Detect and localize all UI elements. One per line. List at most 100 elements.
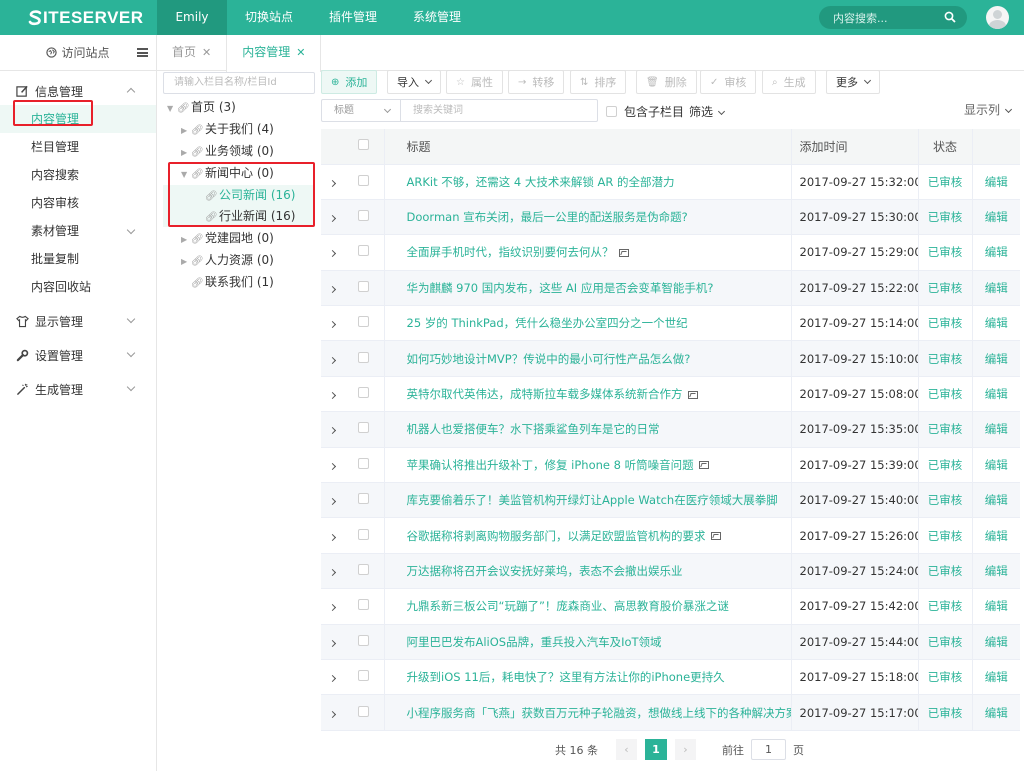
row-expand[interactable] — [321, 447, 344, 484]
tree-node-industry-news[interactable]: 🔗︎行业新闻 (16) — [195, 207, 295, 225]
show-columns-dropdown[interactable]: 显示列 — [964, 101, 1013, 118]
row-checkbox[interactable] — [358, 316, 370, 328]
row-checkbox[interactable] — [358, 387, 370, 399]
row-select[interactable] — [344, 659, 385, 696]
row-title-cell[interactable]: 苹果确认将推出升级补丁，修复 iPhone 8 听筒噪音问题 — [384, 447, 792, 484]
sidebar-item-channel-management[interactable]: 栏目管理 — [0, 133, 156, 161]
row-edit-link[interactable]: 编辑 — [972, 234, 1020, 271]
row-title-cell[interactable]: 25 岁的 ThinkPad，凭什么稳坐办公室四分之一个世纪 — [384, 305, 792, 342]
row-title[interactable]: ARKit 不够，还需这 4 大技术来解锁 AR 的全部潜力 — [407, 175, 675, 189]
time-column-header[interactable]: 添加时间 — [791, 129, 919, 165]
status-column-header[interactable]: 状态 — [918, 129, 973, 165]
row-edit-link[interactable]: 编辑 — [972, 447, 1020, 484]
row-edit-link[interactable]: 编辑 — [972, 588, 1020, 625]
caret-right-icon[interactable]: ▶ — [181, 122, 191, 140]
row-title-cell[interactable]: Doorman 宣布关闭，最后一公里的配送服务是伪命题? — [384, 199, 792, 236]
table-row[interactable]: Doorman 宣布关闭，最后一公里的配送服务是伪命题? 2017-09-27 1… — [321, 199, 1020, 236]
row-title[interactable]: 谷歌据称将剥离购物服务部门，以满足欧盟监管机构的要求 — [407, 529, 706, 543]
row-expand[interactable] — [321, 305, 344, 342]
row-title[interactable]: 阿里巴巴发布AliOS品牌，重兵投入汽车及IoT领域 — [407, 635, 662, 649]
row-select[interactable] — [344, 305, 385, 342]
row-select[interactable] — [344, 376, 385, 413]
row-checkbox[interactable] — [358, 634, 370, 646]
row-expand[interactable] — [321, 164, 344, 200]
sidebar-group-settings-management[interactable]: 设置管理 — [0, 341, 156, 369]
tab-content-management[interactable]: 内容管理 ✕ — [226, 35, 322, 72]
row-status[interactable]: 已审核 — [918, 270, 973, 307]
row-edit-link[interactable]: 编辑 — [972, 199, 1020, 236]
row-select[interactable] — [344, 588, 385, 625]
row-expand[interactable] — [321, 376, 344, 413]
row-title-cell[interactable]: 九鼎系新三板公司“玩蹦了”！庞森商业、高思教育股价暴涨之谜 — [384, 588, 792, 625]
content-search-input[interactable]: 内容搜索... — [819, 6, 967, 29]
tree-node-company-news[interactable]: 🔗︎公司新闻 (16) — [195, 186, 295, 204]
table-row[interactable]: 英特尔取代英伟达，成特斯拉车载多媒体系统新合作方 2017-09-27 15:08… — [321, 376, 1020, 413]
row-edit-link[interactable]: 编辑 — [972, 624, 1020, 660]
delete-button[interactable]: 🗑︎ 删除 — [636, 70, 697, 94]
close-icon[interactable]: ✕ — [296, 46, 305, 59]
row-title-cell[interactable]: 机器人也爱搭便车？水下搭乘鲨鱼列车是它的日常 — [384, 411, 792, 448]
row-edit-link[interactable]: 编辑 — [972, 482, 1020, 519]
row-status[interactable]: 已审核 — [918, 234, 973, 271]
row-select[interactable] — [344, 553, 385, 590]
sidebar-group-generate-management[interactable]: 生成管理 — [0, 375, 156, 403]
row-title-cell[interactable]: ARKit 不够，还需这 4 大技术来解锁 AR 的全部潜力 — [384, 164, 792, 200]
row-status[interactable]: 已审核 — [918, 659, 973, 696]
tree-node-human-resources[interactable]: ▶ 🔗︎人力资源 (0) — [181, 251, 274, 269]
row-title[interactable]: 25 岁的 ThinkPad，凭什么稳坐办公室四分之一个世纪 — [407, 316, 688, 330]
row-status[interactable]: 已审核 — [918, 376, 973, 413]
row-title[interactable]: 华为麒麟 970 国内发布，这些 AI 应用是否会变革智能手机? — [407, 281, 714, 295]
row-checkbox[interactable] — [358, 705, 370, 717]
close-icon[interactable]: ✕ — [202, 46, 211, 59]
caret-down-icon[interactable]: ▼ — [167, 100, 177, 118]
more-button[interactable]: 更多 — [826, 70, 880, 94]
row-checkbox[interactable] — [358, 245, 370, 257]
row-status[interactable]: 已审核 — [918, 517, 973, 554]
row-edit-link[interactable]: 编辑 — [972, 694, 1020, 731]
row-title[interactable]: 万达据称将召开会议安抚好莱坞，表态不会撤出娱乐业 — [407, 564, 683, 578]
row-status[interactable]: 已审核 — [918, 340, 973, 377]
table-row[interactable]: ARKit 不够，还需这 4 大技术来解锁 AR 的全部潜力 2017-09-27… — [321, 164, 1020, 200]
row-title[interactable]: 全面屏手机时代，指纹识别要何去何从？ — [407, 245, 614, 259]
row-select[interactable] — [344, 199, 385, 236]
include-children-toggle[interactable]: 包含子栏目 — [606, 103, 684, 120]
row-select[interactable] — [344, 624, 385, 660]
tree-node-contact-us[interactable]: 🔗︎联系我们 (1) — [181, 273, 274, 291]
table-row[interactable]: 阿里巴巴发布AliOS品牌，重兵投入汽车及IoT领域 2017-09-27 15:… — [321, 624, 1020, 660]
row-title[interactable]: 九鼎系新三板公司“玩蹦了”！庞森商业、高思教育股价暴涨之谜 — [407, 599, 729, 613]
row-status[interactable]: 已审核 — [918, 588, 973, 625]
table-row[interactable]: 如何巧妙地设计MVP？传说中的最小可行性产品怎么做? 2017-09-27 15:… — [321, 340, 1020, 377]
row-expand[interactable] — [321, 694, 344, 731]
row-title[interactable]: 苹果确认将推出升级补丁，修复 iPhone 8 听筒噪音问题 — [407, 458, 694, 472]
table-row[interactable]: 全面屏手机时代，指纹识别要何去何从？ 2017-09-27 15:29:00 已审核… — [321, 234, 1020, 271]
table-row[interactable]: 九鼎系新三板公司“玩蹦了”！庞森商业、高思教育股价暴涨之谜 2017-09-27 … — [321, 588, 1020, 625]
row-expand[interactable] — [321, 234, 344, 271]
row-select[interactable] — [344, 694, 385, 731]
row-checkbox[interactable] — [358, 670, 370, 682]
row-checkbox[interactable] — [358, 174, 370, 186]
row-status[interactable]: 已审核 — [918, 482, 973, 519]
row-expand[interactable] — [321, 553, 344, 590]
row-status[interactable]: 已审核 — [918, 624, 973, 660]
table-row[interactable]: 库克要偷着乐了！美监管机构开绿灯让Apple Watch在医疗领域大展拳脚 201… — [321, 482, 1020, 519]
channel-filter-input[interactable]: 请输入栏目名称/栏目Id — [163, 72, 315, 94]
transfer-button[interactable]: → 转移 — [508, 70, 565, 94]
sort-button[interactable]: ⇅ 排序 — [570, 70, 627, 94]
sidebar-item-material-management[interactable]: 素材管理 — [0, 217, 156, 245]
caret-right-icon[interactable]: ▶ — [181, 231, 191, 249]
next-page-button[interactable]: › — [675, 739, 696, 760]
row-edit-link[interactable]: 编辑 — [972, 659, 1020, 696]
table-row[interactable]: 升级到iOS 11后，耗电快了？这里有方法让你的iPhone更持久 2017-09… — [321, 659, 1020, 696]
table-row[interactable]: 机器人也爱搭便车？水下搭乘鲨鱼列车是它的日常 2017-09-27 15:35:0… — [321, 411, 1020, 448]
row-expand[interactable] — [321, 517, 344, 554]
row-title-cell[interactable]: 升级到iOS 11后，耗电快了？这里有方法让你的iPhone更持久 — [384, 659, 792, 696]
caret-down-icon[interactable]: ▼ — [181, 166, 191, 184]
topnav-plugin-management[interactable]: 插件管理 — [311, 0, 395, 35]
row-select[interactable] — [344, 340, 385, 377]
row-title-cell[interactable]: 万达据称将召开会议安抚好莱坞，表态不会撤出娱乐业 — [384, 553, 792, 590]
row-status[interactable]: 已审核 — [918, 199, 973, 236]
row-edit-link[interactable]: 编辑 — [972, 517, 1020, 554]
add-button[interactable]: ⊕ 添加 — [321, 70, 378, 94]
row-expand[interactable] — [321, 270, 344, 307]
row-title-cell[interactable]: 英特尔取代英伟达，成特斯拉车载多媒体系统新合作方 — [384, 376, 792, 413]
